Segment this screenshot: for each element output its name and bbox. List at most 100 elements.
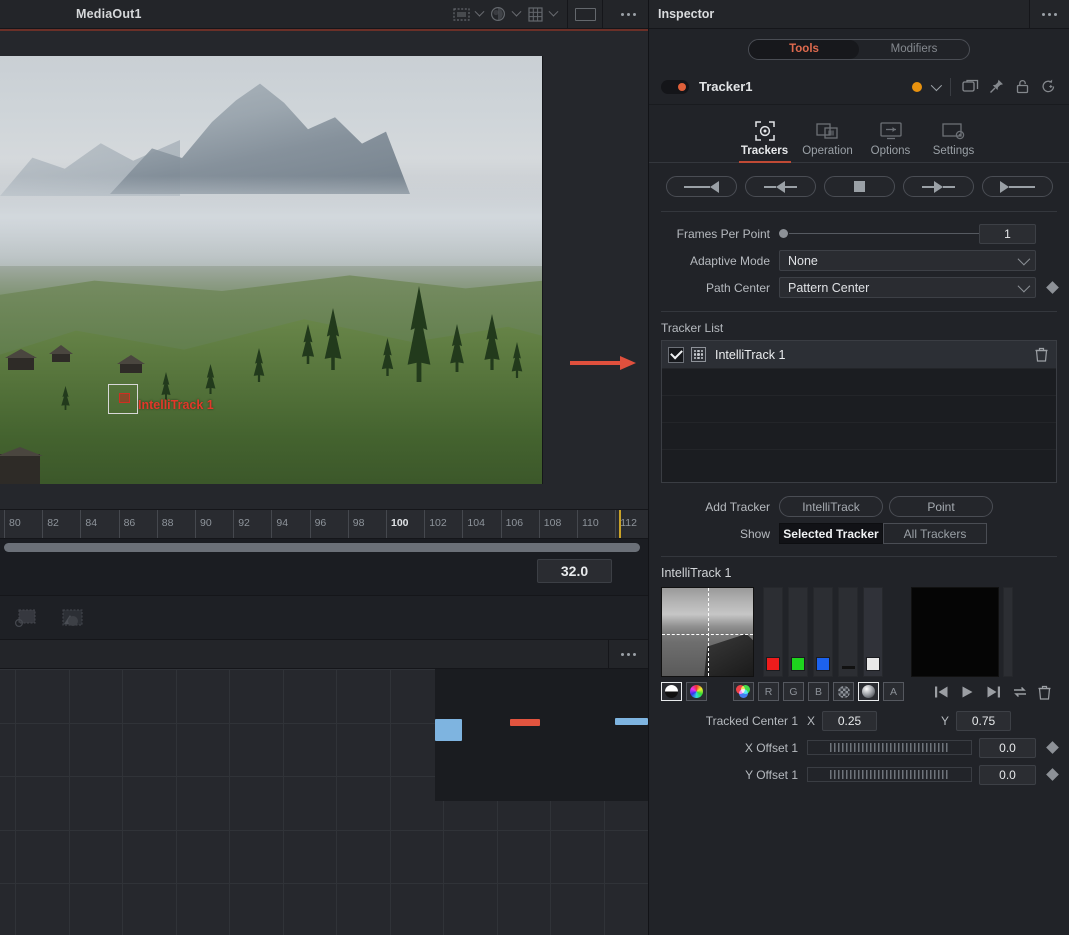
image-preview-icon[interactable] [60, 607, 86, 629]
rgb-icon[interactable] [733, 682, 754, 701]
more-options-icon[interactable] [1030, 13, 1069, 16]
grid-line [69, 669, 70, 935]
tracker-pattern-box[interactable] [108, 384, 138, 414]
ruler-tick: 100 [386, 510, 387, 539]
tool-enable-toggle[interactable] [661, 80, 689, 94]
tracked-center-y-field[interactable]: 0.75 [956, 711, 1011, 731]
preview-scale-slider[interactable] [1003, 587, 1013, 677]
loop-icon[interactable] [1012, 685, 1027, 699]
y-offset-keyframe-button[interactable] [1046, 768, 1059, 781]
ruler-tick: 98 [348, 510, 349, 539]
pattern-color-icon[interactable] [686, 682, 707, 701]
tab-trackers[interactable]: Trackers [735, 119, 795, 162]
ruler-tick-label: 108 [544, 517, 562, 529]
split-view-icon[interactable] [574, 3, 596, 25]
pin-icon[interactable] [988, 78, 1005, 95]
stop-button[interactable] [824, 176, 895, 197]
path-center-keyframe-button[interactable] [1046, 281, 1059, 294]
add-point-button[interactable]: Point [889, 496, 993, 517]
tab-operation[interactable]: Operation [798, 119, 858, 162]
ruler-tick-label: 96 [315, 517, 327, 529]
ruler-tick: 104 [462, 510, 463, 539]
channel-a-button[interactable]: A [883, 682, 904, 701]
frames-per-point-slider[interactable] [779, 225, 979, 242]
chevron-down-icon[interactable] [931, 79, 942, 90]
more-options-icon[interactable] [609, 653, 648, 656]
tab-options[interactable]: Options [861, 119, 921, 162]
viewer-title: MediaOut1 [76, 7, 142, 21]
tab-label: Settings [933, 145, 975, 157]
lock-icon[interactable] [1014, 78, 1031, 95]
show-all-trackers-button[interactable]: All Trackers [883, 523, 987, 544]
pattern-thumbnail[interactable] [661, 587, 754, 677]
viewer-image [0, 56, 543, 484]
channel-r-button[interactable]: R [758, 682, 779, 701]
y-offset-value[interactable]: 0.0 [979, 765, 1036, 785]
chevron-down-icon[interactable] [472, 3, 487, 25]
keyframe-block-red[interactable] [510, 719, 540, 726]
adaptive-mode-select[interactable]: None [779, 250, 1036, 271]
tool-name: Tracker1 [699, 79, 753, 94]
color-icon[interactable] [487, 3, 509, 25]
channel-g-button[interactable]: G [783, 682, 804, 701]
y-offset-slider[interactable] [807, 767, 972, 782]
x-offset-keyframe-button[interactable] [1046, 741, 1059, 754]
current-frame-field[interactable]: 32.0 [537, 559, 612, 583]
tracker-list-row[interactable]: IntelliTrack 1 [662, 341, 1056, 368]
delete-tracker-icon[interactable] [1035, 347, 1048, 362]
grid-line [283, 669, 284, 935]
track-reverse-button[interactable] [666, 176, 737, 197]
keyframe-editor[interactable] [0, 669, 648, 935]
tool-color-dot[interactable] [912, 82, 922, 92]
ruler-tick-label: 92 [238, 517, 250, 529]
track-forward-button[interactable] [982, 176, 1053, 197]
grid-icon[interactable] [524, 3, 546, 25]
playhead[interactable] [619, 510, 621, 539]
roi-icon[interactable] [450, 3, 472, 25]
channel-b-button[interactable]: B [808, 682, 829, 701]
delete-icon[interactable] [1038, 685, 1053, 699]
frames-per-point-value[interactable]: 1 [979, 224, 1036, 244]
tab-label: Options [871, 145, 911, 157]
duplicate-icon[interactable] [962, 78, 979, 95]
more-options-icon[interactable] [609, 13, 648, 16]
skip-forward-icon[interactable] [986, 685, 1001, 699]
skip-back-icon[interactable] [934, 685, 949, 699]
tab-tools[interactable]: Tools [749, 40, 859, 59]
step-back-button[interactable] [745, 176, 816, 197]
tracker-enabled-checkbox[interactable] [668, 347, 684, 363]
meter-blue [813, 587, 833, 677]
chevron-down-icon[interactable] [546, 3, 561, 25]
x-offset-slider[interactable] [807, 740, 972, 755]
tracker-target-icon [754, 119, 776, 142]
tab-modifiers[interactable]: Modifiers [859, 40, 969, 59]
ruler-tick: 84 [80, 510, 81, 539]
play-icon[interactable] [960, 685, 975, 699]
toolbar-divider [602, 0, 603, 29]
tab-settings[interactable]: Settings [924, 119, 984, 162]
inspector-tabs: Trackers Operation Options Settings [649, 105, 1069, 163]
chevron-down-icon[interactable] [509, 3, 524, 25]
tracked-center-x-field[interactable]: 0.25 [822, 711, 877, 731]
chevron-down-icon [1018, 253, 1031, 266]
keyframe-block-blue-1[interactable] [435, 719, 462, 741]
node-thumbnail-icon[interactable] [14, 607, 40, 629]
path-center-select[interactable]: Pattern Center [779, 277, 1036, 298]
show-selected-tracker-button[interactable]: Selected Tracker [779, 523, 883, 544]
timeline-scrollbar[interactable] [4, 543, 640, 552]
image-viewer[interactable]: IntelliTrack 1 [0, 31, 648, 509]
chevron-down-icon [1018, 280, 1031, 293]
keyframe-block-blue-2[interactable] [615, 718, 648, 725]
timeline-ruler[interactable]: 8082848688909294969810010210410610811011… [0, 509, 648, 539]
luma-icon[interactable] [858, 682, 879, 701]
step-forward-button[interactable] [903, 176, 974, 197]
checker-alpha-icon[interactable] [833, 682, 854, 701]
add-intellitrack-button[interactable]: IntelliTrack [779, 496, 883, 517]
tracker-list-empty-row [662, 368, 1056, 395]
reset-icon[interactable] [1040, 78, 1057, 95]
tracker-list[interactable]: IntelliTrack 1 [661, 340, 1057, 483]
settings-gear-icon [942, 119, 966, 142]
ruler-tick-label: 112 [620, 517, 637, 529]
x-offset-value[interactable]: 0.0 [979, 738, 1036, 758]
pattern-bw-icon[interactable] [661, 682, 682, 701]
